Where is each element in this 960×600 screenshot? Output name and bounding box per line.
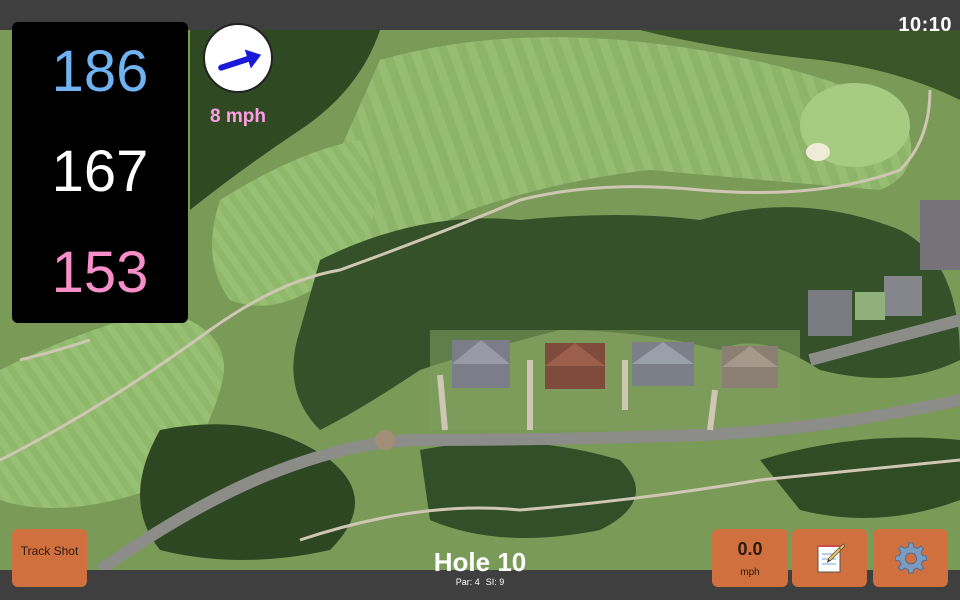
gear-icon xyxy=(894,542,927,574)
clock: 10:10 xyxy=(898,14,952,36)
wind-speed-label: 8 mph xyxy=(210,106,266,127)
hole-title: Hole 10 xyxy=(433,547,527,577)
speed-button[interactable]: 0.0 mph xyxy=(712,529,788,587)
golf-gps-screen: 10:10 186 167 153 8 mph Track Shot Hole … xyxy=(0,0,960,600)
middle-distance: 167 xyxy=(51,139,149,205)
house-2 xyxy=(545,343,605,389)
distance-panel: 186 167 153 xyxy=(12,22,188,323)
settings-button[interactable] xyxy=(873,529,948,587)
house-1 xyxy=(452,340,510,388)
house-3 xyxy=(632,342,694,386)
back-distance: 186 xyxy=(51,39,149,105)
house-4 xyxy=(722,346,778,388)
arrow-icon xyxy=(218,49,262,71)
wind-indicator xyxy=(203,23,273,93)
notes-button[interactable] xyxy=(792,529,867,587)
par-label: Par: 4 xyxy=(455,577,480,587)
speed-unit: mph xyxy=(740,567,760,578)
speed-value: 0.0 xyxy=(737,539,763,559)
hole-info: Par: 4 SI: 9 xyxy=(380,577,580,587)
stroke-index-label: SI: 9 xyxy=(485,577,505,587)
front-distance: 153 xyxy=(51,239,149,305)
track-shot-button[interactable]: Track Shot xyxy=(12,529,87,587)
notepad-icon xyxy=(817,543,845,573)
